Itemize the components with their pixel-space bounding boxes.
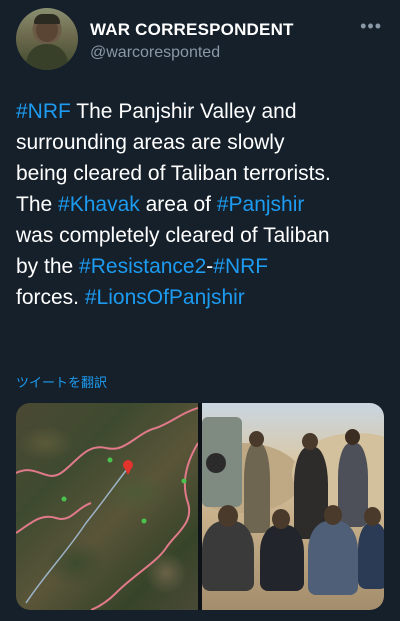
route-line: [16, 502, 92, 534]
person-head: [345, 429, 360, 445]
map-marker: [181, 478, 187, 484]
translate-tweet-link[interactable]: ツイートを翻訳: [16, 372, 107, 391]
hashtag-link[interactable]: #Resistance2: [79, 255, 206, 278]
avatar-torso: [26, 44, 68, 70]
satellite-map-image[interactable]: [16, 403, 198, 610]
person-figure: [260, 525, 304, 591]
river-line: [25, 467, 129, 604]
person-head: [302, 433, 318, 450]
map-marker: [141, 518, 147, 524]
vehicle-wheel: [206, 453, 226, 473]
avatar[interactable]: [16, 8, 78, 70]
hashtag-link[interactable]: #LionsOfPanjshir: [85, 286, 245, 309]
person-head: [364, 507, 381, 526]
tweet-text-line: being cleared of Taliban terrorists.: [16, 158, 388, 189]
person-figure: [308, 521, 358, 595]
route-line: [90, 442, 198, 610]
avatar-cap: [34, 14, 60, 24]
route-line: [16, 407, 198, 477]
person-figure: [358, 523, 384, 589]
map-overlay: [16, 407, 198, 610]
person-head: [249, 431, 264, 447]
tweet-text-line: was completely cleared of Taliban: [16, 220, 388, 251]
hashtag-link[interactable]: #Khavak: [58, 193, 140, 216]
tweet-text-segment: forces.: [16, 286, 85, 309]
tweet-header: WAR CORRESPONDENT @warcoresponted •••: [16, 8, 384, 72]
display-name[interactable]: WAR CORRESPONDENT: [90, 20, 294, 40]
tweet-text-segment: The Panjshir Valley and: [70, 100, 297, 123]
hashtag-link[interactable]: #Panjshir: [217, 193, 305, 216]
tweet-text-segment: area of: [139, 193, 217, 216]
tweet-text-segment: being cleared of Taliban terrorists.: [16, 162, 331, 185]
tweet-text-line: surrounding areas are slowly: [16, 127, 388, 158]
person-head: [218, 505, 238, 527]
tweet-text-segment: was completely cleared of Taliban: [16, 224, 330, 247]
person-figure: [202, 521, 254, 591]
tweet-text-segment: surrounding areas are slowly: [16, 131, 285, 154]
map-marker: [107, 457, 113, 463]
user-handle[interactable]: @warcoresponted: [90, 44, 220, 62]
tweet-text-line: forces. #LionsOfPanjshir: [16, 282, 388, 313]
tweet-text-line: #NRF The Panjshir Valley and: [16, 96, 388, 127]
tweet-text-segment: by the: [16, 255, 80, 278]
more-horizontal-icon[interactable]: •••: [360, 16, 382, 37]
map-marker: [61, 496, 67, 502]
tweet-media: [16, 403, 384, 610]
person-figure: [244, 443, 270, 533]
tweet-text-line: by the #Resistance2-#NRF: [16, 251, 388, 282]
person-head: [324, 505, 342, 525]
hashtag-link[interactable]: #NRF: [16, 100, 71, 123]
tweet-text: #NRF The Panjshir Valley and surrounding …: [16, 96, 388, 313]
hashtag-link[interactable]: #NRF: [213, 255, 268, 278]
tweet-text-segment: The: [16, 193, 59, 216]
group-photo-image[interactable]: [202, 403, 384, 610]
tweet-text-line: The #Khavak area of #Panjshir: [16, 189, 388, 220]
person-head: [272, 509, 290, 529]
